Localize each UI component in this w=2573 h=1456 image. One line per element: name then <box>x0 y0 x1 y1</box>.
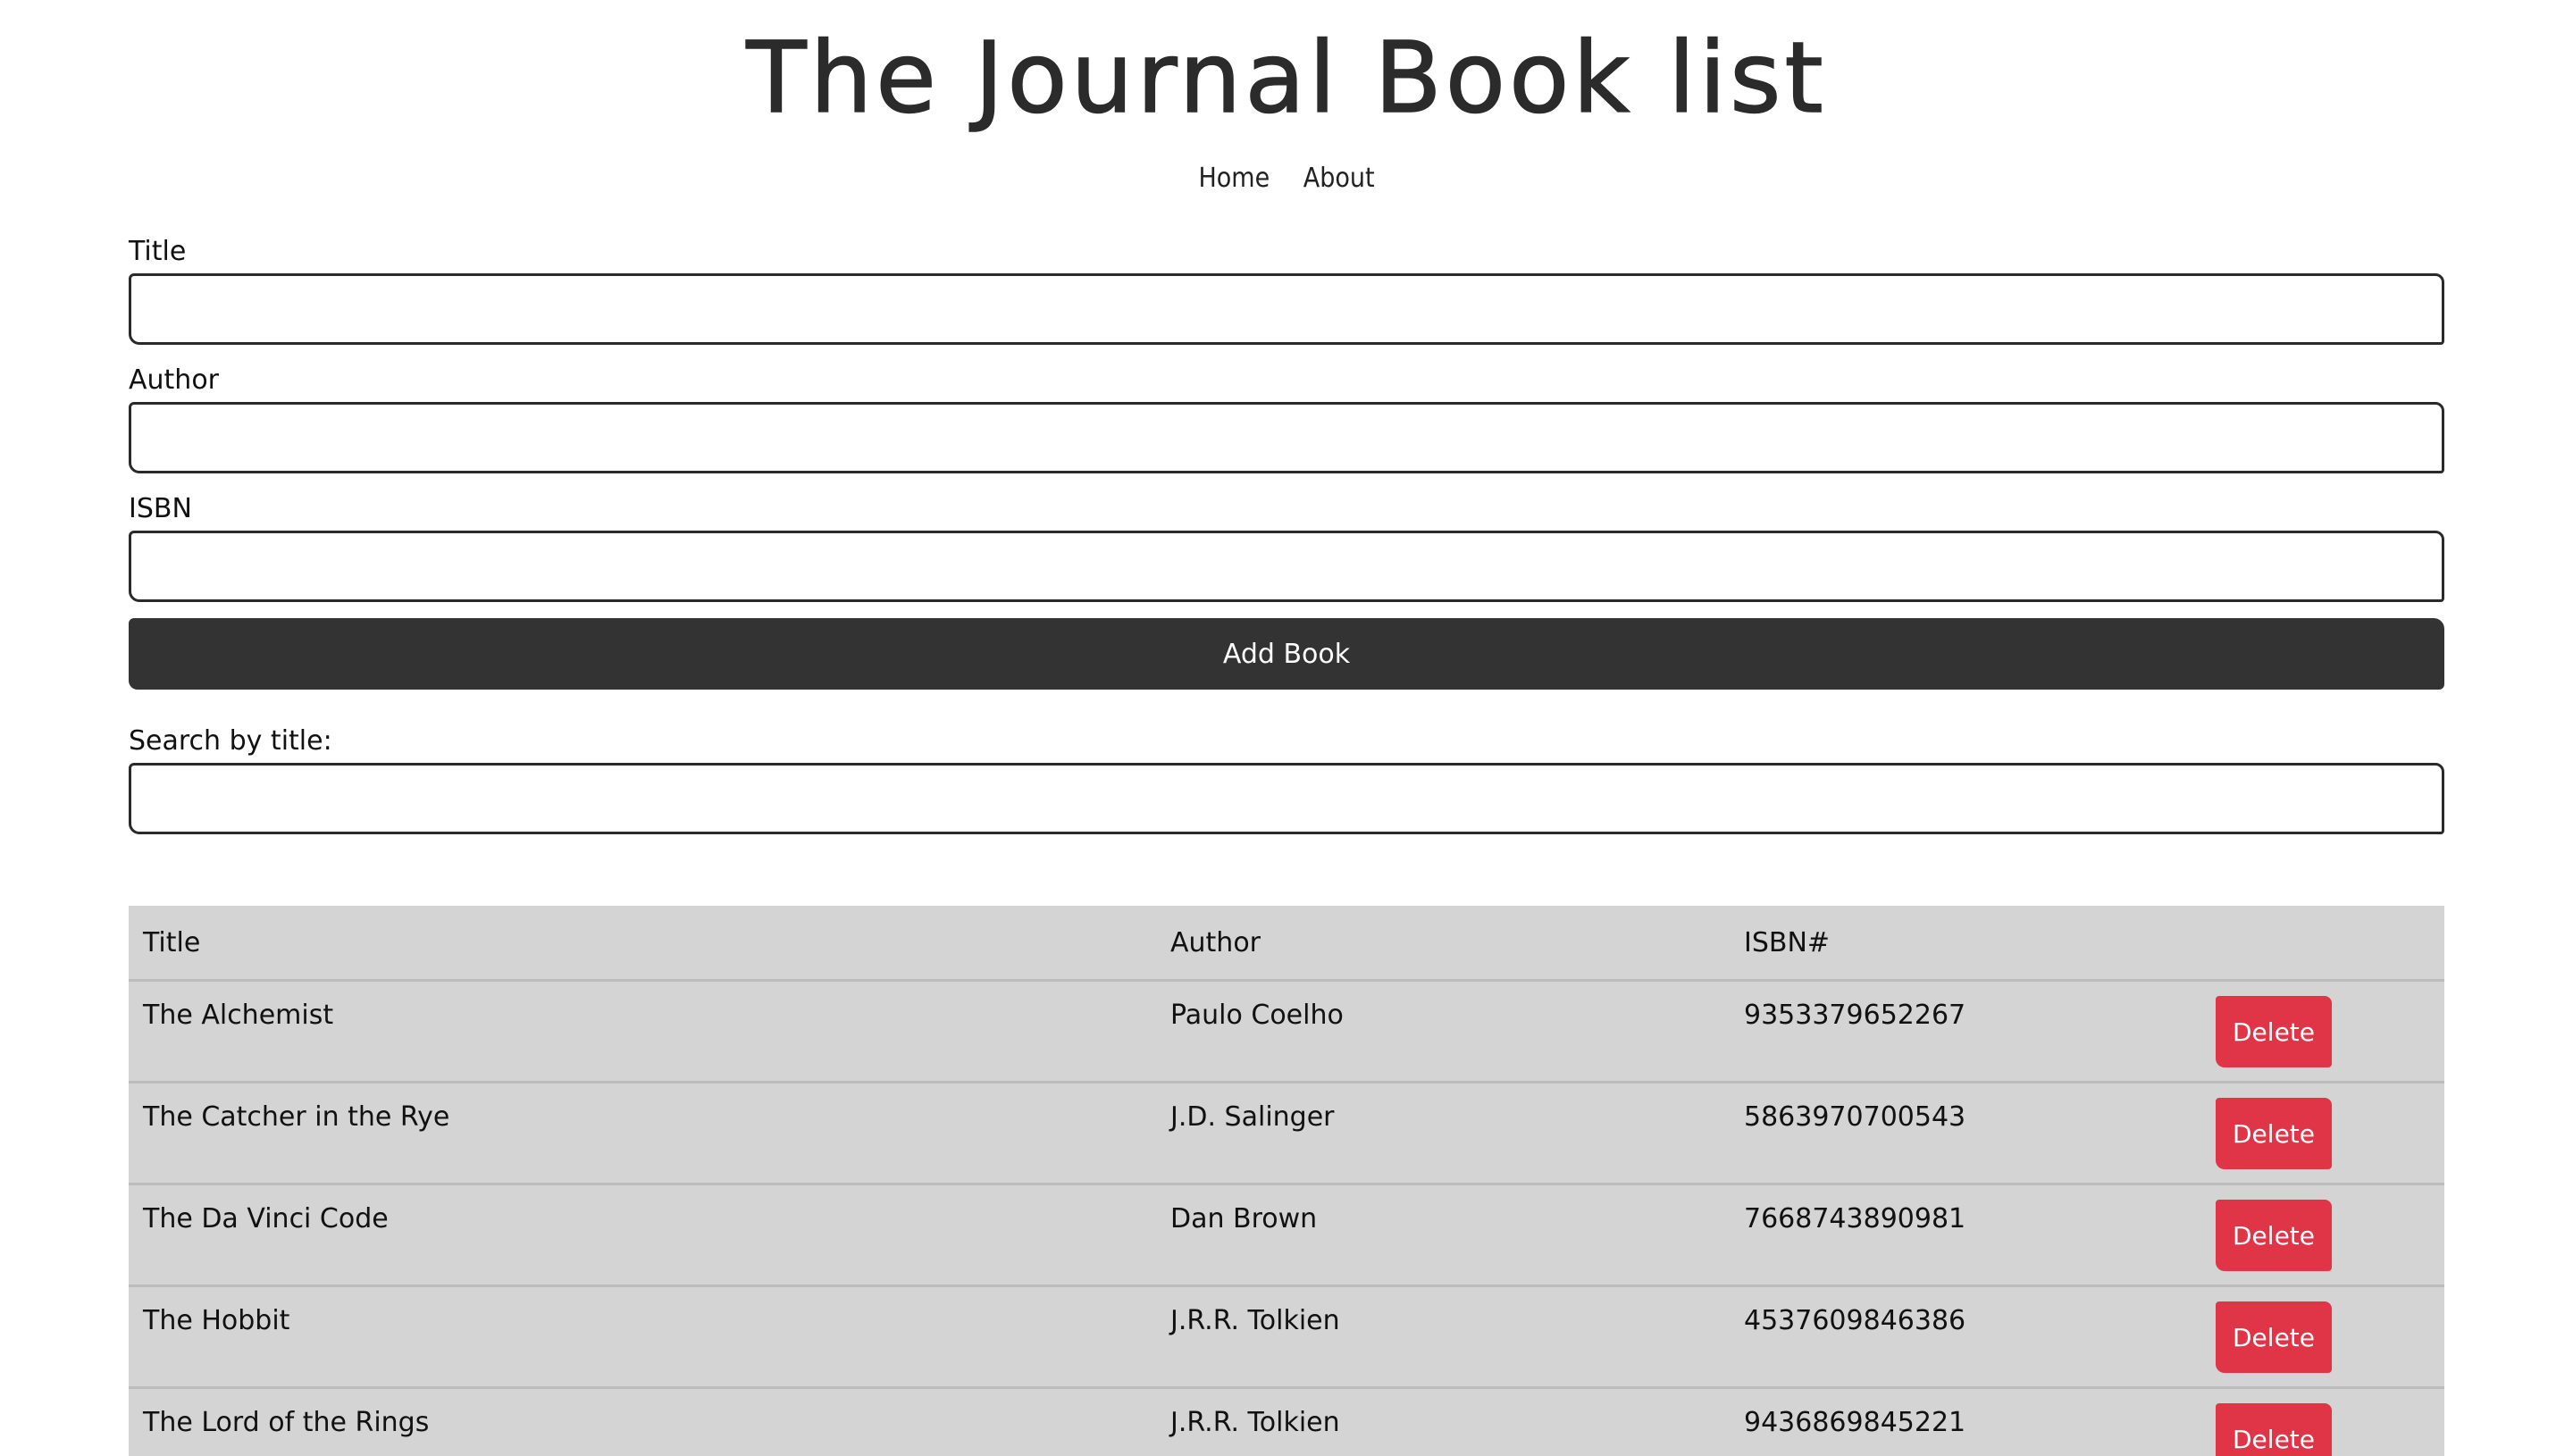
table-row: The Da Vinci Code Dan Brown 766874389098… <box>129 1184 2444 1287</box>
book-title-cell: The Hobbit <box>129 1285 1156 1389</box>
author-field-label: Author <box>129 364 220 396</box>
author-input[interactable] <box>129 402 2444 473</box>
delete-button[interactable]: Delete <box>2216 1403 2332 1456</box>
book-title-cell: The Alchemist <box>129 980 1156 1084</box>
book-title-cell: The Catcher in the Rye <box>129 1082 1156 1185</box>
search-input[interactable] <box>129 763 2444 834</box>
book-actions-cell: Delete <box>2201 1082 2444 1185</box>
table-row: The Alchemist Paulo Coelho 9353379652267… <box>129 980 2444 1084</box>
book-title-cell: The Lord of the Rings <box>129 1387 1156 1456</box>
main-nav: Home About <box>0 163 2573 194</box>
nav-about-link[interactable]: About <box>1303 163 1375 194</box>
book-actions-cell: Delete <box>2201 980 2444 1084</box>
book-table-header: Title Author ISBN# <box>129 906 2444 982</box>
book-actions-cell: Delete <box>2201 1387 2444 1456</box>
title-input[interactable] <box>129 273 2444 345</box>
book-isbn-cell: 9436869845221 <box>1730 1387 2201 1456</box>
book-author-cell: J.D. Salinger <box>1156 1082 1730 1185</box>
title-field-label: Title <box>129 236 187 267</box>
delete-button[interactable]: Delete <box>2216 996 2332 1067</box>
column-header-title: Title <box>129 906 1156 982</box>
column-header-isbn: ISBN# <box>1730 906 2201 982</box>
book-isbn-cell: 4537609846386 <box>1730 1285 2201 1389</box>
book-author-cell: J.R.R. Tolkien <box>1156 1387 1730 1456</box>
add-book-button[interactable]: Add Book <box>129 618 2444 690</box>
search-label: Search by title: <box>129 725 332 757</box>
table-row: The Hobbit J.R.R. Tolkien 4537609846386 … <box>129 1285 2444 1389</box>
main-content: Title Author ISBN Add Book Search by tit… <box>129 234 2444 1456</box>
book-author-cell: Dan Brown <box>1156 1184 1730 1287</box>
column-header-author: Author <box>1156 906 1730 982</box>
isbn-field-label: ISBN <box>129 493 192 524</box>
book-isbn-cell: 9353379652267 <box>1730 980 2201 1084</box>
site-header: The Journal Book list Home About <box>0 0 2573 194</box>
page: The Journal Book list Home About Title A… <box>0 0 2573 1456</box>
table-header-row: Title Author ISBN# <box>129 906 2444 982</box>
book-isbn-cell: 7668743890981 <box>1730 1184 2201 1287</box>
delete-button[interactable]: Delete <box>2216 1098 2332 1169</box>
table-row: The Lord of the Rings J.R.R. Tolkien 943… <box>129 1387 2444 1456</box>
add-book-form: Title Author ISBN Add Book <box>129 234 2444 690</box>
table-row: The Catcher in the Rye J.D. Salinger 586… <box>129 1082 2444 1185</box>
delete-button[interactable]: Delete <box>2216 1200 2332 1271</box>
column-header-actions <box>2201 906 2444 982</box>
delete-button[interactable]: Delete <box>2216 1301 2332 1373</box>
book-table: Title Author ISBN# The Alchemist Paulo C… <box>129 906 2444 1456</box>
search-block: Search by title: <box>129 724 2444 834</box>
book-list: The Alchemist Paulo Coelho 9353379652267… <box>129 980 2444 1456</box>
book-actions-cell: Delete <box>2201 1184 2444 1287</box>
book-title-cell: The Da Vinci Code <box>129 1184 1156 1287</box>
book-isbn-cell: 5863970700543 <box>1730 1082 2201 1185</box>
isbn-input[interactable] <box>129 531 2444 602</box>
nav-home-link[interactable]: Home <box>1198 163 1270 194</box>
book-actions-cell: Delete <box>2201 1285 2444 1389</box>
site-title: The Journal Book list <box>746 20 1827 136</box>
book-author-cell: Paulo Coelho <box>1156 980 1730 1084</box>
book-author-cell: J.R.R. Tolkien <box>1156 1285 1730 1389</box>
